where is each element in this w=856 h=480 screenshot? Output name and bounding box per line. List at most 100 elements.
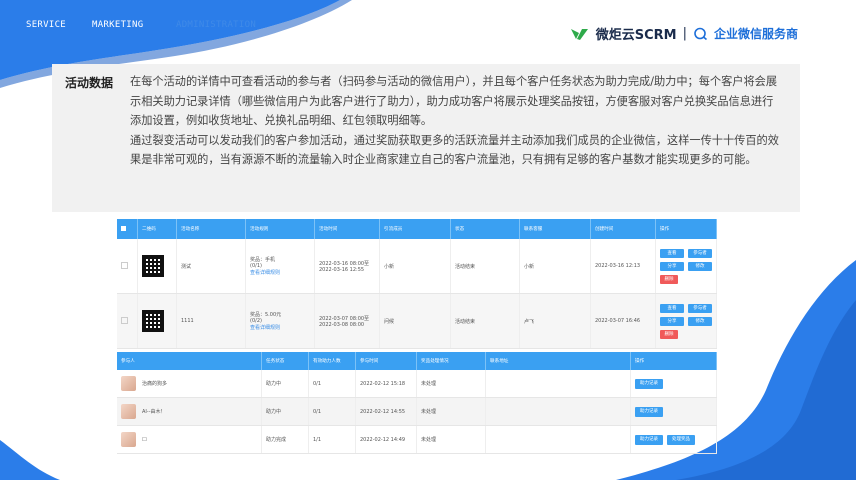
prize-status: 未处理 <box>416 425 486 454</box>
col-created: 创建时间 <box>590 219 656 239</box>
share-button[interactable]: 分享 <box>660 261 684 271</box>
row-checkbox-cell[interactable] <box>117 293 138 349</box>
brand-name: 微炬云SCRM <box>595 28 677 43</box>
activity-table-header: 二维码 活动名称 活动规则 活动时间 引流成员 状态 联系客服 创建时间 操作 <box>117 219 717 239</box>
delete-button[interactable]: 删除 <box>660 274 678 284</box>
table-row: AI--由木！ 助力中 0/1 2022-02-12 14:55 未处理 助力记… <box>117 397 717 426</box>
actions-cell: 助力记录 <box>630 370 717 398</box>
rule-cell: 奖品：手机 (0/1) 查看详细规则 <box>245 239 315 294</box>
col-service: 联系客服 <box>519 219 591 239</box>
join-time: 2022-02-12 15:18 <box>355 370 417 398</box>
participants-table: 参与人 任务状态 有效助力人数 参与时间 奖品处理情况 联系地址 操作 治痛的狗… <box>117 352 717 454</box>
rule-cell: 奖品：5.00元 (0/2) 查看详细规则 <box>245 293 315 349</box>
participant-name: 治痛的狗多 <box>142 381 168 387</box>
section-label: 活动数据 <box>65 76 114 90</box>
status-cell: 活动结束 <box>450 239 520 294</box>
assist-record-button[interactable]: 助力记录 <box>635 378 663 389</box>
select-all-checkbox[interactable] <box>121 225 126 231</box>
edit-button[interactable]: 修改 <box>688 316 712 326</box>
nav-item-service[interactable]: SERVICE <box>26 20 92 30</box>
select-all-checkbox-cell[interactable] <box>117 219 138 239</box>
col-rule: 活动规则 <box>245 219 315 239</box>
col-join-time: 参与时间 <box>355 352 417 370</box>
brand-separator: | <box>682 26 687 41</box>
prize-status: 未处理 <box>416 370 486 398</box>
brand-logo: 微炬云SCRM | 企业微信服务商 <box>570 24 798 43</box>
ops-cell: 查看 参与者 分享 修改 删除 <box>655 239 717 294</box>
description-box: 活动数据 在每个活动的详情中可查看活动的参与者（扫码参与活动的微信用户），并且每… <box>52 64 800 212</box>
task-status: 助力中 <box>261 370 309 398</box>
member-cell[interactable]: 问候 <box>379 293 451 349</box>
assist-record-button[interactable]: 助力记录 <box>635 434 663 445</box>
rule-detail-link[interactable]: 查看详细规则 <box>250 324 310 331</box>
task-status: 助力中 <box>261 397 309 426</box>
address <box>485 397 631 426</box>
prize-status: 未处理 <box>416 397 486 426</box>
row-checkbox[interactable] <box>121 261 128 269</box>
col-time: 活动时间 <box>314 219 380 239</box>
service-cell[interactable]: 卢飞 <box>519 293 591 349</box>
brand-tagline: 企业微信服务商 <box>713 27 798 41</box>
avatar <box>121 432 136 447</box>
edit-button[interactable]: 修改 <box>688 261 712 271</box>
qrcode-image[interactable] <box>142 255 164 277</box>
address <box>485 370 631 398</box>
view-button[interactable]: 查看 <box>660 248 684 258</box>
valid-count: 0/1 <box>308 397 356 426</box>
view-button[interactable]: 查看 <box>660 303 684 313</box>
participant-cell: AI--由木！ <box>117 397 262 426</box>
col-actions: 操作 <box>630 352 717 370</box>
qrcode-cell <box>137 239 177 294</box>
ops-cell: 查看 参与者 分享 修改 删除 <box>655 293 717 349</box>
table-row: 测试 奖品：手机 (0/1) 查看详细规则 2022-03-16 08:00至 … <box>117 239 717 294</box>
valid-count: 0/1 <box>308 370 356 398</box>
participant-name: □ <box>142 436 147 443</box>
nav-item-marketing[interactable]: MARKETING <box>92 20 176 30</box>
description-text: 在每个活动的详情中可查看活动的参与者（扫码参与活动的微信用户），并且每个客户任务… <box>130 72 782 170</box>
created-cell: 2022-03-16 12:13 <box>590 239 656 294</box>
bottom-left-wave <box>0 440 60 480</box>
address <box>485 425 631 454</box>
task-status: 助力完成 <box>261 425 309 454</box>
qrcode-image[interactable] <box>142 310 164 332</box>
row-checkbox-cell[interactable] <box>117 239 138 294</box>
join-time: 2022-02-12 14:55 <box>355 397 417 426</box>
handle-prize-button[interactable]: 处理奖品 <box>667 434 695 445</box>
table-row: 治痛的狗多 助力中 0/1 2022-02-12 15:18 未处理 助力记录 <box>117 370 717 398</box>
member-cell[interactable]: 小新 <box>379 239 451 294</box>
time-start: 2022-03-16 08:00至 <box>319 260 370 267</box>
brand-v-icon <box>570 28 588 40</box>
delete-button[interactable]: 删除 <box>660 329 678 339</box>
time-end: 2022-03-08 08:00 <box>319 321 365 328</box>
table-row: 1111 奖品：5.00元 (0/2) 查看详细规则 2022-03-07 08… <box>117 293 717 349</box>
created-cell: 2022-03-07 16:46 <box>590 293 656 349</box>
paragraph-1: 在每个活动的详情中可查看活动的参与者（扫码参与活动的微信用户），并且每个客户任务… <box>130 75 778 127</box>
participant-cell: 治痛的狗多 <box>117 370 262 398</box>
time-end: 2022-03-16 12:55 <box>319 266 365 273</box>
service-cell[interactable]: 小新 <box>519 239 591 294</box>
valid-count: 1/1 <box>308 425 356 454</box>
participants-button[interactable]: 参与者 <box>688 303 712 313</box>
rule-prize: 奖品：5.00元 <box>250 312 282 318</box>
avatar <box>121 376 136 391</box>
assist-record-button[interactable]: 助力记录 <box>635 406 663 417</box>
time-start: 2022-03-07 08:00至 <box>319 315 370 322</box>
nav-item-administration[interactable]: ADMINISTRATION <box>176 20 256 30</box>
table-row: □ 助力完成 1/1 2022-02-12 14:49 未处理 助力记录 处理奖品 <box>117 425 717 454</box>
col-member: 引流成员 <box>379 219 451 239</box>
participants-table-header: 参与人 任务状态 有效助力人数 参与时间 奖品处理情况 联系地址 操作 <box>117 352 717 370</box>
avatar <box>121 404 136 419</box>
participants-button[interactable]: 参与者 <box>688 248 712 258</box>
participant-name: AI--由木！ <box>142 409 166 415</box>
join-time: 2022-02-12 14:49 <box>355 425 417 454</box>
row-checkbox[interactable] <box>121 316 128 324</box>
col-valid-count: 有效助力人数 <box>308 352 356 370</box>
actions-cell: 助力记录 处理奖品 <box>630 425 717 454</box>
chat-icon <box>694 27 707 40</box>
time-cell: 2022-03-16 08:00至 2022-03-16 12:55 <box>314 239 380 294</box>
share-button[interactable]: 分享 <box>660 316 684 326</box>
actions-cell: 助力记录 <box>630 397 717 426</box>
col-qrcode: 二维码 <box>137 219 177 239</box>
col-prize-status: 奖品处理情况 <box>416 352 486 370</box>
rule-detail-link[interactable]: 查看详细规则 <box>250 269 310 276</box>
